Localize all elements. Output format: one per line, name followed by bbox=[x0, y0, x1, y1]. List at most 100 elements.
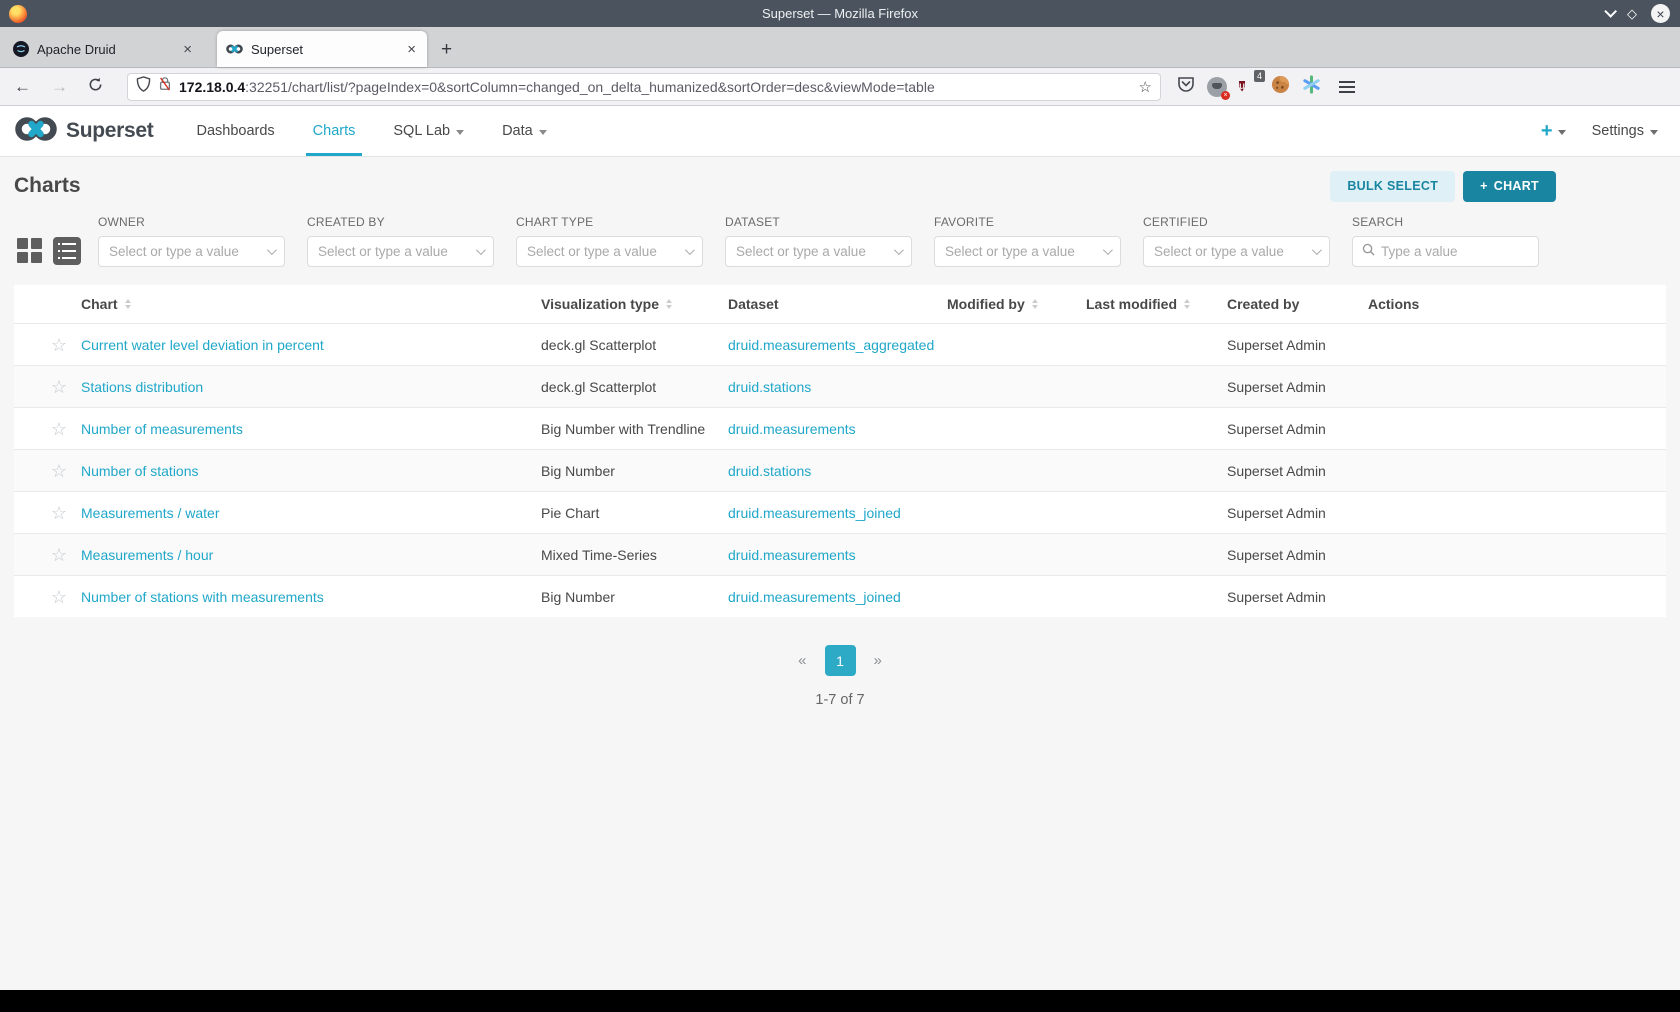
add-new-dropdown[interactable]: + bbox=[1541, 121, 1566, 141]
browser-tab-superset[interactable]: Superset × bbox=[217, 31, 427, 67]
window-minimize-icon[interactable] bbox=[1604, 5, 1617, 18]
reload-icon[interactable] bbox=[78, 77, 113, 97]
header-chart[interactable]: Chart bbox=[81, 296, 541, 312]
owner-select[interactable]: Select or type a value bbox=[98, 236, 285, 267]
mask-shape bbox=[1212, 82, 1222, 89]
dataset-select[interactable]: Select or type a value bbox=[725, 236, 912, 267]
browser-tab-strip: Apache Druid × Superset × + bbox=[0, 27, 1680, 68]
certified-select[interactable]: Select or type a value bbox=[1143, 236, 1330, 267]
created-by-select[interactable]: Select or type a value bbox=[307, 236, 494, 267]
bulk-select-button[interactable]: BULK SELECT bbox=[1330, 170, 1456, 202]
window-close-icon[interactable]: × bbox=[1651, 4, 1670, 23]
bookmark-star-icon[interactable]: ☆ bbox=[1139, 78, 1152, 96]
dataset-link[interactable]: druid.measurements_joined bbox=[728, 589, 947, 605]
prev-page-icon[interactable]: « bbox=[792, 652, 812, 669]
created-by: Superset Admin bbox=[1227, 336, 1326, 353]
superset-navbar: Superset Dashboards Charts SQL Lab Data … bbox=[0, 106, 1680, 157]
nav-item-dashboards[interactable]: Dashboards bbox=[177, 106, 293, 156]
favorite-star-icon[interactable]: ☆ bbox=[51, 378, 67, 396]
favorite-star-icon[interactable]: ☆ bbox=[51, 588, 67, 606]
tab-close-icon[interactable]: × bbox=[405, 41, 418, 58]
favorite-select[interactable]: Select or type a value bbox=[934, 236, 1121, 267]
dataset-link[interactable]: druid.stations bbox=[728, 379, 947, 395]
screen-bottom-bar bbox=[0, 990, 1680, 1012]
new-chart-label: CHART bbox=[1493, 179, 1539, 193]
url-text[interactable]: 172.18.0.4:32251/chart/list/?pageIndex=0… bbox=[179, 79, 1132, 95]
chart-type-select[interactable]: Select or type a value bbox=[516, 236, 703, 267]
superset-brand[interactable]: Superset bbox=[14, 116, 154, 147]
favorite-star-icon[interactable]: ☆ bbox=[51, 546, 67, 564]
insecure-lock-icon[interactable] bbox=[158, 76, 172, 97]
card-view-icon[interactable] bbox=[16, 237, 44, 265]
cookie-icon[interactable] bbox=[1271, 75, 1290, 99]
brand-name: Superset bbox=[66, 119, 154, 142]
filter-label: CREATED BY bbox=[307, 215, 385, 229]
chart-link[interactable]: Number of stations with measurements bbox=[81, 589, 541, 605]
next-page-icon[interactable]: » bbox=[868, 652, 888, 669]
select-placeholder: Select or type a value bbox=[109, 244, 239, 259]
url-bar[interactable]: 172.18.0.4:32251/chart/list/?pageIndex=0… bbox=[127, 72, 1161, 101]
filter-label: OWNER bbox=[98, 215, 145, 229]
dataset-link[interactable]: druid.stations bbox=[728, 463, 947, 479]
chart-link[interactable]: Stations distribution bbox=[81, 379, 541, 395]
dataset-link[interactable]: druid.measurements_aggregated bbox=[728, 337, 947, 353]
chevron-down-icon bbox=[1311, 245, 1322, 256]
window-controls: ◇ × bbox=[1604, 0, 1670, 27]
charts-table: Chart Visualization type Dataset Modifie… bbox=[14, 285, 1666, 617]
favorite-star-icon[interactable]: ☆ bbox=[51, 336, 67, 354]
ublock-shield-icon[interactable]: u 4 bbox=[1239, 69, 1265, 98]
pagination: « 1 » bbox=[0, 645, 1680, 676]
created-by: Superset Admin bbox=[1227, 504, 1326, 521]
nav-item-data[interactable]: Data bbox=[483, 106, 566, 156]
account-container-mask-icon[interactable]: × bbox=[1207, 76, 1230, 100]
header-modified-by[interactable]: Modified by bbox=[947, 296, 1086, 312]
dataset-link[interactable]: druid.measurements_joined bbox=[728, 505, 947, 521]
header-last-modified[interactable]: Last modified bbox=[1086, 296, 1227, 312]
filter-label: CHART TYPE bbox=[516, 215, 594, 229]
favorite-star-icon[interactable]: ☆ bbox=[51, 420, 67, 438]
chevron-down-icon bbox=[475, 245, 486, 256]
filter-bar: OWNER Select or type a value CREATED BY … bbox=[0, 215, 1680, 281]
table-row: ☆ Current water level deviation in perce… bbox=[14, 323, 1666, 365]
chart-link[interactable]: Current water level deviation in percent bbox=[81, 337, 541, 353]
nav-label: Charts bbox=[312, 123, 356, 139]
chevron-down-icon bbox=[1650, 129, 1658, 135]
page-1-button[interactable]: 1 bbox=[824, 645, 856, 676]
nav-item-sql-lab[interactable]: SQL Lab bbox=[374, 106, 483, 156]
browser-tab-apache-druid[interactable]: Apache Druid × bbox=[3, 31, 203, 67]
viz-type: Big Number bbox=[541, 588, 615, 605]
pocket-icon[interactable] bbox=[1177, 75, 1195, 98]
settings-dropdown[interactable]: Settings bbox=[1592, 123, 1658, 139]
toolbar-extensions: × u 4 bbox=[1177, 69, 1361, 100]
window-maximize-icon[interactable]: ◇ bbox=[1627, 7, 1637, 20]
nav-item-charts[interactable]: Charts bbox=[294, 106, 375, 156]
chart-link[interactable]: Number of measurements bbox=[81, 421, 541, 437]
menu-hamburger-icon[interactable] bbox=[1339, 80, 1355, 93]
header-actions: Actions bbox=[1368, 296, 1420, 312]
favorite-star-icon[interactable]: ☆ bbox=[51, 504, 67, 522]
created-by: Superset Admin bbox=[1227, 378, 1326, 395]
search-input[interactable] bbox=[1381, 244, 1529, 259]
tab-close-icon[interactable]: × bbox=[181, 41, 194, 58]
chart-link[interactable]: Number of stations bbox=[81, 463, 541, 479]
sort-icon bbox=[124, 299, 131, 309]
favorite-star-icon[interactable]: ☆ bbox=[51, 462, 67, 480]
dataset-link[interactable]: druid.measurements bbox=[728, 421, 947, 437]
new-chart-button[interactable]: + CHART bbox=[1463, 170, 1556, 202]
nav-label: Dashboards bbox=[196, 123, 275, 139]
back-icon[interactable]: ← bbox=[4, 77, 41, 97]
forward-icon[interactable]: → bbox=[41, 77, 78, 97]
tracking-protection-shield-icon[interactable] bbox=[136, 76, 151, 97]
tab-title: Apache Druid bbox=[37, 41, 116, 57]
new-tab-button[interactable]: + bbox=[427, 39, 466, 67]
chart-link[interactable]: Measurements / hour bbox=[81, 547, 541, 563]
filter-owner: OWNER Select or type a value bbox=[98, 215, 285, 267]
filter-label: CERTIFIED bbox=[1143, 215, 1208, 229]
extension-asterisk-icon[interactable] bbox=[1302, 74, 1321, 99]
list-view-icon[interactable] bbox=[53, 237, 81, 265]
dataset-link[interactable]: druid.measurements bbox=[728, 547, 947, 563]
filter-created-by: CREATED BY Select or type a value bbox=[307, 215, 494, 267]
chart-link[interactable]: Measurements / water bbox=[81, 505, 541, 521]
header-visualization-type[interactable]: Visualization type bbox=[541, 296, 728, 312]
created-by: Superset Admin bbox=[1227, 546, 1326, 563]
